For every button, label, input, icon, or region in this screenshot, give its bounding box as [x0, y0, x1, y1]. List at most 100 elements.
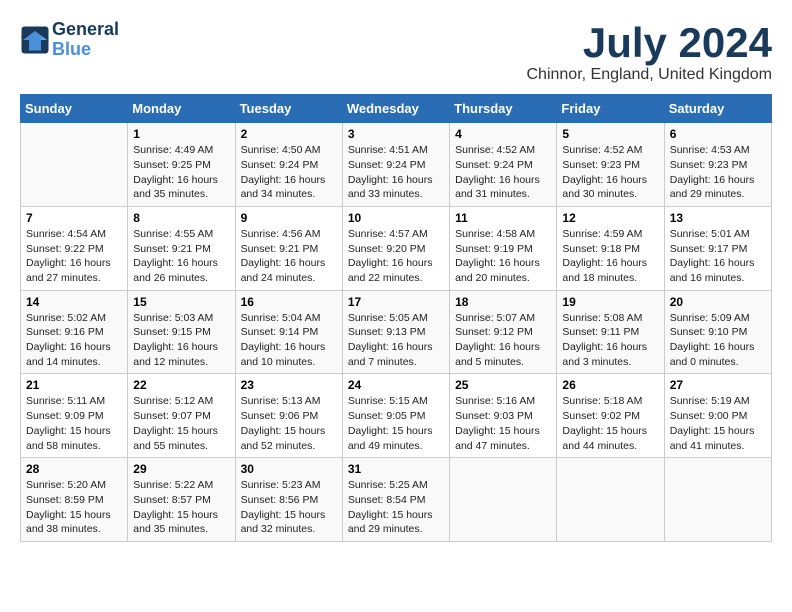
calendar-cell: 16 Sunrise: 5:04 AMSunset: 9:14 PMDayligh…: [235, 290, 342, 374]
calendar-cell: 1 Sunrise: 4:49 AMSunset: 9:25 PMDaylight…: [128, 123, 235, 207]
day-number: 12: [562, 211, 658, 225]
day-number: 29: [133, 462, 229, 476]
day-info: Sunrise: 5:25 AMSunset: 8:54 PMDaylight:…: [348, 478, 444, 537]
day-info: Sunrise: 5:15 AMSunset: 9:05 PMDaylight:…: [348, 394, 444, 453]
calendar-cell: 30 Sunrise: 5:23 AMSunset: 8:56 PMDayligh…: [235, 458, 342, 542]
page-header: General Blue July 2024 Chinnor, England,…: [20, 20, 772, 84]
day-info: Sunrise: 5:18 AMSunset: 9:02 PMDaylight:…: [562, 394, 658, 453]
header-saturday: Saturday: [664, 95, 771, 123]
calendar-cell: 17 Sunrise: 5:05 AMSunset: 9:13 PMDayligh…: [342, 290, 449, 374]
day-info: Sunrise: 4:58 AMSunset: 9:19 PMDaylight:…: [455, 227, 551, 286]
day-number: 14: [26, 295, 122, 309]
day-number: 17: [348, 295, 444, 309]
day-number: 27: [670, 378, 766, 392]
day-number: 24: [348, 378, 444, 392]
day-info: Sunrise: 5:02 AMSunset: 9:16 PMDaylight:…: [26, 311, 122, 370]
calendar-cell: 18Sunrise: 5:07 AMSunset: 9:12 PMDayligh…: [450, 290, 557, 374]
day-info: Sunrise: 5:03 AMSunset: 9:15 PMDaylight:…: [133, 311, 229, 370]
day-number: 6: [670, 127, 766, 141]
day-info: Sunrise: 4:49 AMSunset: 9:25 PMDaylight:…: [133, 143, 229, 202]
calendar-cell: 13 Sunrise: 5:01 AMSunset: 9:17 PMDayligh…: [664, 206, 771, 290]
day-info: Sunrise: 5:19 AMSunset: 9:00 PMDaylight:…: [670, 394, 766, 453]
day-number: 28: [26, 462, 122, 476]
day-info: Sunrise: 4:54 AMSunset: 9:22 PMDaylight:…: [26, 227, 122, 286]
day-info: Sunrise: 4:53 AMSunset: 9:23 PMDaylight:…: [670, 143, 766, 202]
day-info: Sunrise: 5:05 AMSunset: 9:13 PMDaylight:…: [348, 311, 444, 370]
calendar-cell: [450, 458, 557, 542]
calendar-cell: 4 Sunrise: 4:52 AMSunset: 9:24 PMDaylight…: [450, 123, 557, 207]
day-number: 20: [670, 295, 766, 309]
day-number: 10: [348, 211, 444, 225]
day-info: Sunrise: 5:11 AMSunset: 9:09 PMDaylight:…: [26, 394, 122, 453]
day-number: 30: [241, 462, 337, 476]
day-number: 4: [455, 127, 551, 141]
calendar-table: SundayMondayTuesdayWednesdayThursdayFrid…: [20, 94, 772, 542]
day-info: Sunrise: 5:08 AMSunset: 9:11 PMDaylight:…: [562, 311, 658, 370]
day-info: Sunrise: 5:12 AMSunset: 9:07 PMDaylight:…: [133, 394, 229, 453]
header-tuesday: Tuesday: [235, 95, 342, 123]
day-number: 1: [133, 127, 229, 141]
calendar-cell: 11Sunrise: 4:58 AMSunset: 9:19 PMDayligh…: [450, 206, 557, 290]
day-number: 9: [241, 211, 337, 225]
logo-line1: General: [52, 20, 119, 40]
calendar-week-row: 28Sunrise: 5:20 AMSunset: 8:59 PMDayligh…: [21, 458, 772, 542]
day-info: Sunrise: 5:23 AMSunset: 8:56 PMDaylight:…: [241, 478, 337, 537]
day-number: 31: [348, 462, 444, 476]
day-number: 23: [241, 378, 337, 392]
day-number: 13: [670, 211, 766, 225]
day-info: Sunrise: 4:59 AMSunset: 9:18 PMDaylight:…: [562, 227, 658, 286]
day-number: 19: [562, 295, 658, 309]
day-number: 21: [26, 378, 122, 392]
calendar-cell: 21 Sunrise: 5:11 AMSunset: 9:09 PMDayligh…: [21, 374, 128, 458]
calendar-cell: 26 Sunrise: 5:18 AMSunset: 9:02 PMDayligh…: [557, 374, 664, 458]
header-thursday: Thursday: [450, 95, 557, 123]
day-number: 7: [26, 211, 122, 225]
title-block: July 2024 Chinnor, England, United Kingd…: [527, 20, 773, 84]
calendar-week-row: 21 Sunrise: 5:11 AMSunset: 9:09 PMDayligh…: [21, 374, 772, 458]
calendar-cell: [21, 123, 128, 207]
calendar-cell: 24 Sunrise: 5:15 AMSunset: 9:05 PMDayligh…: [342, 374, 449, 458]
calendar-cell: 22 Sunrise: 5:12 AMSunset: 9:07 PMDayligh…: [128, 374, 235, 458]
header-sunday: Sunday: [21, 95, 128, 123]
calendar-cell: 23 Sunrise: 5:13 AMSunset: 9:06 PMDayligh…: [235, 374, 342, 458]
day-info: Sunrise: 4:56 AMSunset: 9:21 PMDaylight:…: [241, 227, 337, 286]
day-number: 5: [562, 127, 658, 141]
calendar-cell: 19 Sunrise: 5:08 AMSunset: 9:11 PMDayligh…: [557, 290, 664, 374]
calendar-cell: 8 Sunrise: 4:55 AMSunset: 9:21 PMDaylight…: [128, 206, 235, 290]
calendar-cell: 20 Sunrise: 5:09 AMSunset: 9:10 PMDayligh…: [664, 290, 771, 374]
header-monday: Monday: [128, 95, 235, 123]
calendar-cell: 5 Sunrise: 4:52 AMSunset: 9:23 PMDaylight…: [557, 123, 664, 207]
calendar-cell: 31 Sunrise: 5:25 AMSunset: 8:54 PMDayligh…: [342, 458, 449, 542]
calendar-cell: 2Sunrise: 4:50 AMSunset: 9:24 PMDaylight…: [235, 123, 342, 207]
location-subtitle: Chinnor, England, United Kingdom: [527, 66, 773, 84]
calendar-cell: 9 Sunrise: 4:56 AMSunset: 9:21 PMDaylight…: [235, 206, 342, 290]
day-info: Sunrise: 5:09 AMSunset: 9:10 PMDaylight:…: [670, 311, 766, 370]
day-number: 8: [133, 211, 229, 225]
day-info: Sunrise: 4:52 AMSunset: 9:24 PMDaylight:…: [455, 143, 551, 202]
day-number: 16: [241, 295, 337, 309]
calendar-cell: 28Sunrise: 5:20 AMSunset: 8:59 PMDayligh…: [21, 458, 128, 542]
day-info: Sunrise: 5:22 AMSunset: 8:57 PMDaylight:…: [133, 478, 229, 537]
logo-text: General Blue: [52, 20, 119, 60]
day-info: Sunrise: 5:04 AMSunset: 9:14 PMDaylight:…: [241, 311, 337, 370]
day-number: 26: [562, 378, 658, 392]
calendar-cell: [557, 458, 664, 542]
day-info: Sunrise: 5:01 AMSunset: 9:17 PMDaylight:…: [670, 227, 766, 286]
calendar-cell: 3 Sunrise: 4:51 AMSunset: 9:24 PMDaylight…: [342, 123, 449, 207]
logo-icon: [20, 25, 50, 55]
day-info: Sunrise: 4:55 AMSunset: 9:21 PMDaylight:…: [133, 227, 229, 286]
day-number: 22: [133, 378, 229, 392]
day-info: Sunrise: 5:13 AMSunset: 9:06 PMDaylight:…: [241, 394, 337, 453]
logo: General Blue: [20, 20, 119, 60]
calendar-week-row: 7 Sunrise: 4:54 AMSunset: 9:22 PMDaylight…: [21, 206, 772, 290]
calendar-cell: 15 Sunrise: 5:03 AMSunset: 9:15 PMDayligh…: [128, 290, 235, 374]
calendar-cell: [664, 458, 771, 542]
day-info: Sunrise: 4:50 AMSunset: 9:24 PMDaylight:…: [241, 143, 337, 202]
day-info: Sunrise: 4:51 AMSunset: 9:24 PMDaylight:…: [348, 143, 444, 202]
calendar-week-row: 14 Sunrise: 5:02 AMSunset: 9:16 PMDayligh…: [21, 290, 772, 374]
day-number: 15: [133, 295, 229, 309]
calendar-cell: 12 Sunrise: 4:59 AMSunset: 9:18 PMDayligh…: [557, 206, 664, 290]
calendar-cell: 10Sunrise: 4:57 AMSunset: 9:20 PMDayligh…: [342, 206, 449, 290]
day-number: 3: [348, 127, 444, 141]
day-info: Sunrise: 4:52 AMSunset: 9:23 PMDaylight:…: [562, 143, 658, 202]
